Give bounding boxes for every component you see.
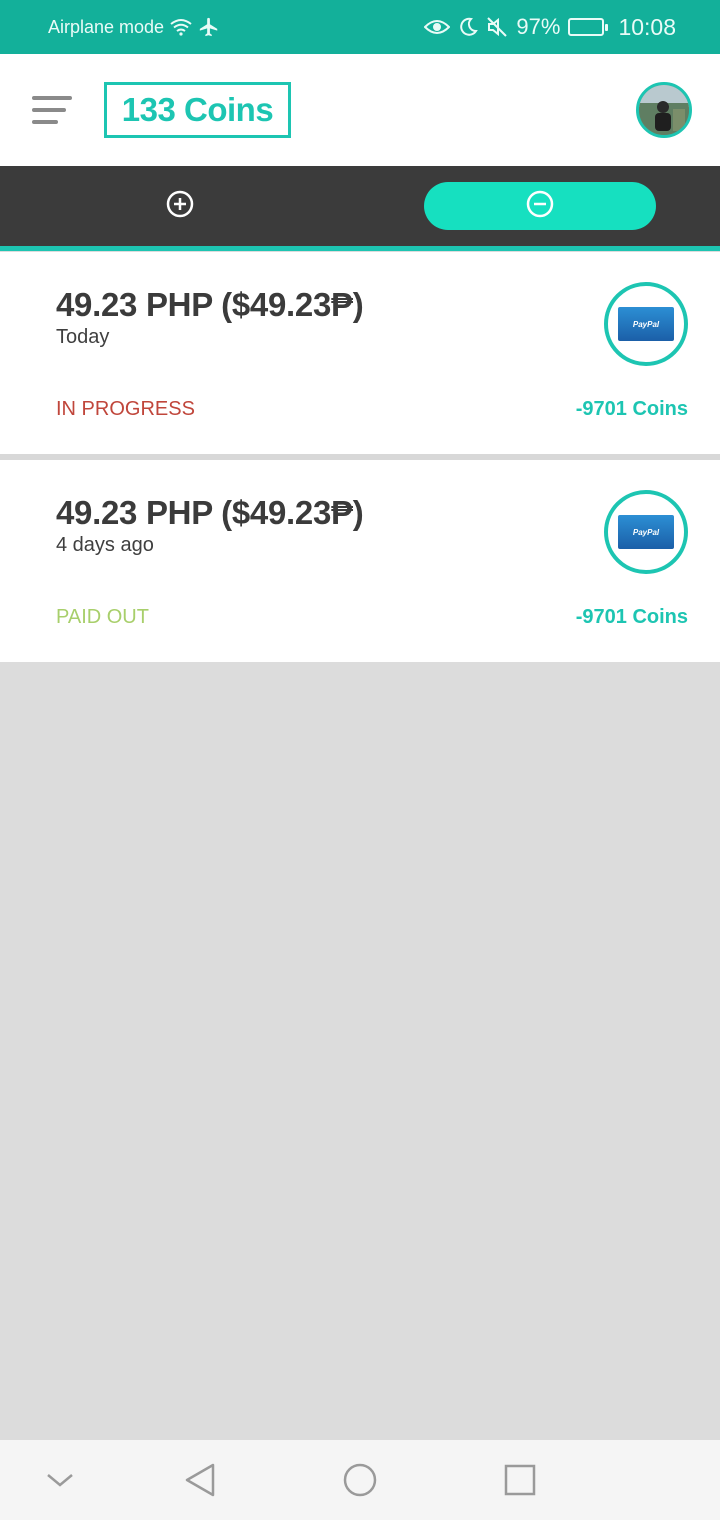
transaction-date: 4 days ago — [56, 534, 154, 556]
tab-redeem[interactable] — [424, 182, 656, 230]
payment-method-label: PayPal — [632, 527, 660, 537]
airplane-mode-label: Airplane mode — [48, 16, 165, 37]
transaction-coins: -9701 Coins — [575, 398, 688, 420]
recents-icon[interactable] — [500, 1460, 540, 1500]
tab-underline — [0, 246, 720, 251]
profile-avatar[interactable] — [636, 82, 692, 138]
status-right: 97% 10:08 — [424, 0, 676, 54]
coins-balance-label: 133 Coins — [121, 91, 274, 128]
eye-icon — [424, 17, 451, 37]
back-icon[interactable] — [180, 1460, 220, 1500]
home-icon[interactable] — [340, 1460, 380, 1500]
transaction-status: PAID OUT — [56, 606, 149, 628]
app-header: 133 Coins — [0, 54, 720, 166]
battery-icon — [568, 18, 609, 36]
tab-bar — [0, 166, 720, 246]
payment-method-badge: PayPal — [604, 490, 688, 574]
transaction-card[interactable]: 49.23 PHP ($49.23₱) 4 days ago PAID OUT … — [0, 460, 720, 662]
transaction-amount: 49.23 PHP ($49.23₱) — [56, 286, 364, 323]
status-time: 10:08 — [618, 13, 676, 40]
chevron-down-icon[interactable] — [40, 1460, 80, 1500]
mute-icon — [486, 16, 508, 38]
status-left: Airplane mode — [48, 0, 220, 54]
hamburger-menu-icon[interactable] — [32, 96, 72, 124]
status-bar: Airplane mode 97% 10:08 — [0, 0, 720, 54]
minus-circle-icon — [525, 189, 555, 224]
wifi-icon — [170, 18, 192, 36]
coins-balance: 133 Coins — [104, 82, 291, 138]
transaction-date: Today — [56, 326, 110, 348]
paypal-logo: PayPal — [618, 307, 674, 341]
battery-percent: 97% — [516, 14, 561, 39]
transaction-coins: -9701 Coins — [575, 606, 688, 628]
payment-method-label: PayPal — [632, 319, 660, 329]
system-nav-bar — [0, 1440, 720, 1520]
transaction-card[interactable]: 49.23 PHP ($49.23₱) Today IN PROGRESS -9… — [0, 252, 720, 454]
moon-icon — [458, 17, 479, 37]
payment-method-badge: PayPal — [604, 282, 688, 366]
transaction-amount: 49.23 PHP ($49.23₱) — [56, 494, 364, 531]
tab-earn[interactable] — [100, 182, 260, 230]
transaction-status: IN PROGRESS — [56, 398, 195, 420]
plus-circle-icon — [165, 189, 195, 224]
paypal-logo: PayPal — [618, 515, 674, 549]
airplane-icon — [198, 16, 220, 38]
